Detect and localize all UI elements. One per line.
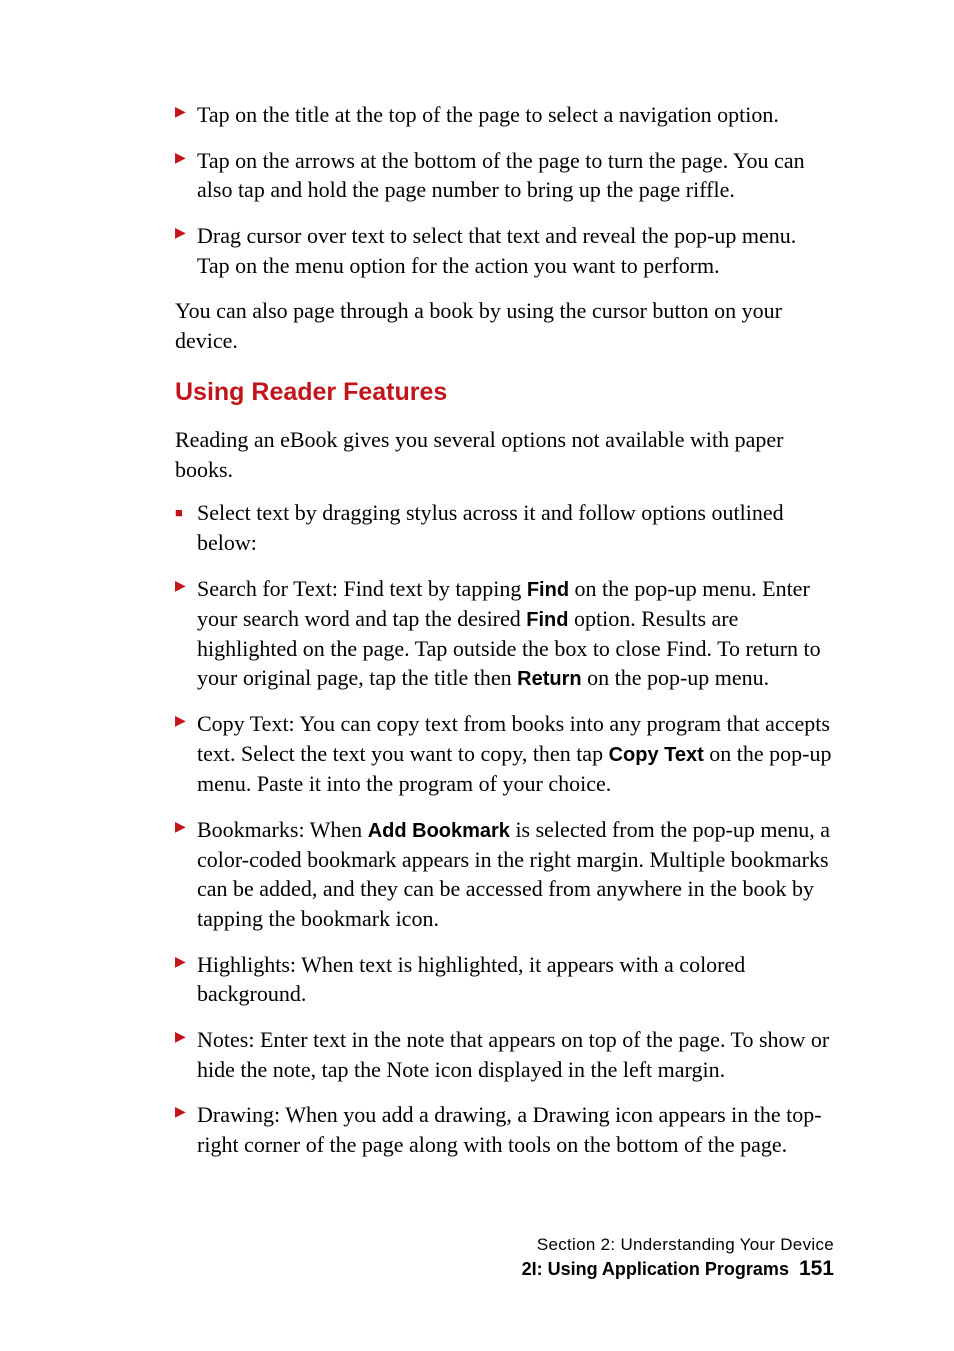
list-item: ▶ Drawing: When you add a drawing, a Dra… xyxy=(175,1100,834,1159)
bullet-text: Copy Text: You can copy text from books … xyxy=(197,711,831,796)
text-fragment: Search for Text: Find text by tapping xyxy=(197,576,527,601)
triangle-icon: ▶ xyxy=(175,713,186,732)
list-item: ▶ Drag cursor over text to select that t… xyxy=(175,221,834,280)
list-item: ▶ Bookmarks: When Add Bookmark is select… xyxy=(175,815,834,934)
bullet-text: Tap on the arrows at the bottom of the p… xyxy=(197,148,805,203)
triangle-icon: ▶ xyxy=(175,150,186,169)
list-item: ▶ Tap on the title at the top of the pag… xyxy=(175,100,834,130)
triangle-icon: ▶ xyxy=(175,104,186,123)
triangle-icon: ▶ xyxy=(175,954,186,973)
list-item: ▶ Tap on the arrows at the bottom of the… xyxy=(175,146,834,205)
list-item: ▶ Highlights: When text is highlighted, … xyxy=(175,950,834,1009)
bullet-text: Bookmarks: When Add Bookmark is selected… xyxy=(197,817,830,931)
section-heading: Using Reader Features xyxy=(175,378,834,407)
triangle-icon: ▶ xyxy=(175,1104,186,1123)
bullet-text: Drag cursor over text to select that tex… xyxy=(197,223,796,278)
square-icon: ■ xyxy=(175,504,183,522)
list-item: ▶ Search for Text: Find text by tapping … xyxy=(175,574,834,694)
bullet-text: Notes: Enter text in the note that appea… xyxy=(197,1027,829,1082)
triangle-icon: ▶ xyxy=(175,819,186,838)
list-item: ■ Select text by dragging stylus across … xyxy=(175,498,834,557)
list-item: ▶ Notes: Enter text in the note that app… xyxy=(175,1025,834,1084)
bullet-text: Select text by dragging stylus across it… xyxy=(197,500,784,555)
triangle-icon: ▶ xyxy=(175,578,186,597)
text-fragment: on the pop-up menu. xyxy=(582,665,770,690)
bullet-text: Drawing: When you add a drawing, a Drawi… xyxy=(197,1102,822,1157)
triangle-icon: ▶ xyxy=(175,1029,186,1048)
footer-section-label: Section 2: Understanding Your Device xyxy=(522,1235,834,1255)
page-content: ▶ Tap on the title at the top of the pag… xyxy=(0,0,954,1236)
bold-term: Find xyxy=(527,579,569,601)
triangle-icon: ▶ xyxy=(175,225,186,244)
bold-term: Return xyxy=(517,668,581,690)
footer-chapter-label: 2I: Using Application Programs 151 xyxy=(522,1257,834,1281)
paragraph: You can also page through a book by usin… xyxy=(175,296,834,355)
paragraph: Reading an eBook gives you several optio… xyxy=(175,425,834,484)
page-footer: Section 2: Understanding Your Device 2I:… xyxy=(522,1235,834,1281)
bold-term: Add Bookmark xyxy=(368,820,510,842)
footer-title: 2I: Using Application Programs xyxy=(522,1259,789,1279)
bullet-text: Tap on the title at the top of the page … xyxy=(197,102,779,127)
bold-term: Copy Text xyxy=(609,744,704,766)
list-item: ▶ Copy Text: You can copy text from book… xyxy=(175,709,834,798)
bullet-text: Search for Text: Find text by tapping Fi… xyxy=(197,576,821,691)
bullet-text: Highlights: When text is highlighted, it… xyxy=(197,952,745,1007)
text-fragment: Bookmarks: When xyxy=(197,817,368,842)
bold-term: Find xyxy=(526,609,568,631)
page-number: 151 xyxy=(799,1257,834,1280)
